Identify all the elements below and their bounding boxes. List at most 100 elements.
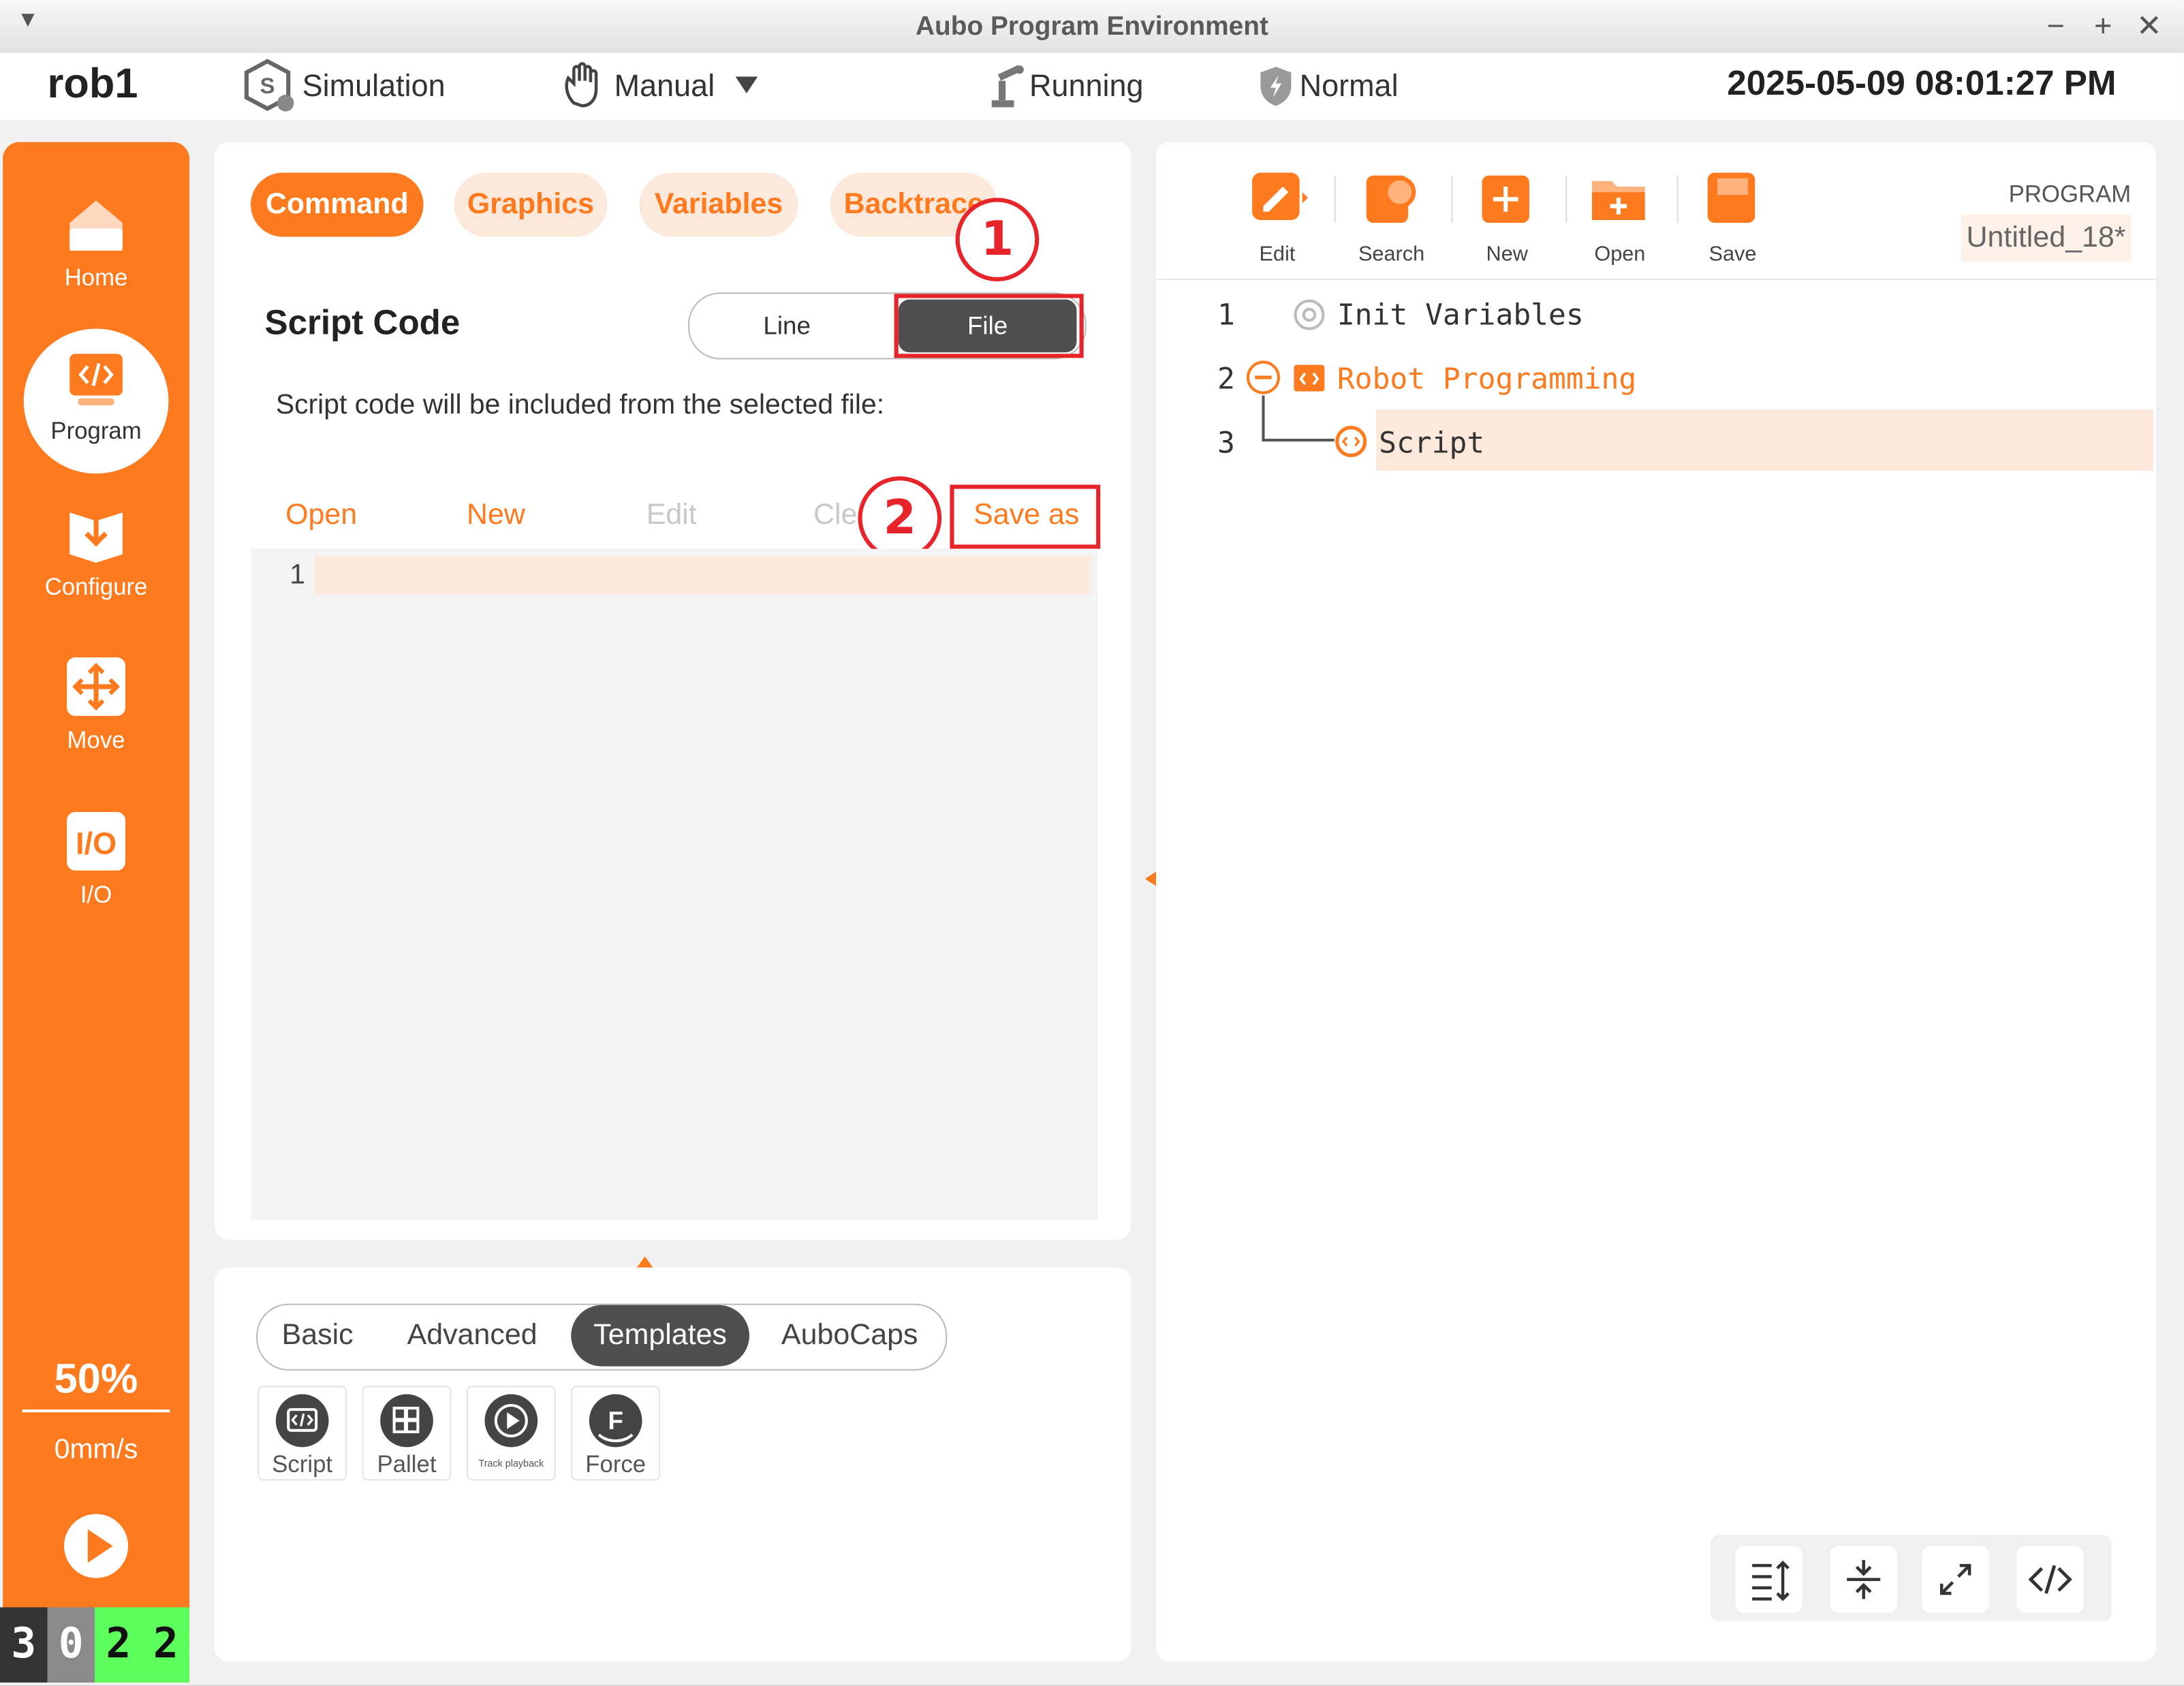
program-name: Untitled_18* <box>1961 214 2132 262</box>
toolbar-separator <box>1334 175 1336 223</box>
script-node-icon <box>1335 426 1367 458</box>
callout-highlight-1 <box>894 294 1084 358</box>
window-title: Aubo Program Environment <box>915 12 1268 42</box>
counter-digit-2: 0 <box>47 1607 95 1683</box>
callout-number-2: 2 <box>858 476 942 560</box>
fullscreen-button[interactable] <box>1922 1546 1989 1613</box>
tree-item-script[interactable]: Script <box>1379 426 1484 460</box>
tool-tabs: Basic Advanced Templates AuboCaps <box>256 1303 948 1371</box>
clear-file-button[interactable]: Cle <box>813 499 857 532</box>
script-icon <box>275 1394 329 1448</box>
tree-connector-vertical <box>1262 395 1265 441</box>
tab-advanced[interactable]: Advanced <box>388 1305 555 1367</box>
datetime: 2025-05-09 08:01:27 PM <box>1727 64 2117 104</box>
callout-number-1: 1 <box>955 198 1040 282</box>
tab-aubocaps[interactable]: AuboCaps <box>768 1305 932 1367</box>
safety-state: Normal <box>1299 68 1399 104</box>
nav-item-program[interactable]: Program <box>3 345 189 446</box>
counter-digit-1: 3 <box>0 1607 48 1683</box>
chevron-down-icon[interactable] <box>735 76 758 93</box>
toolbar-search-button[interactable]: Search <box>1343 167 1440 266</box>
minimize-icon[interactable]: − <box>2039 8 2072 44</box>
toggle-line[interactable]: Line <box>689 294 884 358</box>
search-icon <box>1366 175 1416 223</box>
code-view-icon <box>2028 1565 2072 1594</box>
hand-icon <box>565 62 598 108</box>
nav-item-home[interactable]: Home <box>3 192 189 292</box>
toolbar-save-label: Save <box>1709 242 1757 266</box>
toolbar-divider <box>1156 278 2157 280</box>
code-view-button[interactable] <box>2016 1546 2084 1613</box>
toolbar-save-button[interactable]: Save <box>1684 167 1781 266</box>
counter-digit-3: 2 <box>95 1607 142 1683</box>
tab-templates[interactable]: Templates <box>571 1305 749 1367</box>
speed-percent[interactable]: 50% <box>3 1356 189 1404</box>
home-icon <box>69 200 123 251</box>
open-file-button[interactable]: Open <box>285 499 357 532</box>
status-bar: rob1 S Simulation Manual Running Normal … <box>0 52 2184 120</box>
template-label-script: Script <box>272 1451 333 1478</box>
expand-all-icon <box>1752 1560 1790 1602</box>
collapse-all-icon <box>1847 1559 1881 1599</box>
init-variables-icon <box>1294 299 1325 330</box>
template-track-playback[interactable]: Track playback <box>466 1386 556 1481</box>
tab-command[interactable]: Command <box>251 172 424 237</box>
save-icon <box>1707 172 1756 223</box>
callout-highlight-2 <box>950 484 1101 549</box>
toolbar-edit-button[interactable]: Edit <box>1228 167 1326 266</box>
tree-selected-row <box>1376 409 2153 471</box>
app-window: ▼ Aubo Program Environment − + ✕ rob1 S … <box>0 0 2184 1685</box>
counter-digit-4: 2 <box>142 1607 190 1683</box>
template-label-force: Force <box>585 1451 646 1478</box>
template-force[interactable]: F Force <box>571 1386 661 1481</box>
tab-basic[interactable]: Basic <box>260 1305 375 1367</box>
nav-item-io[interactable]: I/O I/O <box>3 809 189 909</box>
track-playback-icon <box>484 1394 538 1448</box>
template-script[interactable]: Script <box>258 1386 347 1481</box>
control-mode-dropdown[interactable]: Manual <box>614 68 715 104</box>
tree-item-robot-programming[interactable]: Robot Programming <box>1337 362 1636 396</box>
toolbar-open-label: Open <box>1594 242 1646 266</box>
fullscreen-icon <box>1939 1563 1971 1595</box>
robot-program-icon <box>1294 364 1325 392</box>
program-label: PROGRAM <box>2008 181 2132 208</box>
toolbar-separator <box>1451 175 1453 223</box>
template-pallet[interactable]: Pallet <box>362 1386 452 1481</box>
configure-icon <box>69 512 123 563</box>
tool-panel: Basic Advanced Templates AuboCaps Script… <box>214 1267 1132 1662</box>
svg-text:F: F <box>608 1407 623 1435</box>
folder-open-icon <box>1591 181 1645 221</box>
maximize-icon[interactable]: + <box>2087 8 2120 44</box>
nav-label-configure: Configure <box>44 574 148 601</box>
toolbar-open-button[interactable]: Open <box>1571 167 1668 266</box>
robot-arm-icon <box>991 65 1024 108</box>
expand-all-button[interactable] <box>1735 1546 1803 1613</box>
play-icon[interactable] <box>63 1512 129 1579</box>
run-state: Running <box>1029 68 1144 104</box>
tab-variables[interactable]: Variables <box>639 172 798 237</box>
close-icon[interactable]: ✕ <box>2132 8 2166 44</box>
svg-text:I/O: I/O <box>76 826 116 860</box>
script-editor[interactable]: 1 <box>251 548 1098 1221</box>
toolbar-new-button[interactable]: New <box>1458 167 1556 266</box>
edit-icon <box>1252 172 1308 221</box>
io-icon: I/O <box>67 812 126 871</box>
new-file-button[interactable]: New <box>467 499 525 532</box>
toolbar-separator <box>1565 175 1567 223</box>
edit-file-button[interactable]: Edit <box>646 499 697 532</box>
nav-label-program: Program <box>50 418 142 445</box>
toolbar-edit-label: Edit <box>1259 242 1296 266</box>
nav-label-home: Home <box>64 264 128 292</box>
tree-item-init-variables[interactable]: Init Variables <box>1337 298 1584 332</box>
tree-line-number-2: 2 <box>1217 362 1235 396</box>
nav-item-move[interactable]: Move <box>3 655 189 755</box>
nav-item-configure[interactable]: Configure <box>3 501 189 602</box>
tree-connector-horizontal <box>1262 439 1335 442</box>
collapse-all-button[interactable] <box>1830 1546 1897 1613</box>
shield-icon <box>1260 67 1292 106</box>
editor-current-line <box>315 555 1091 595</box>
collapse-node-icon[interactable] <box>1245 360 1281 396</box>
new-file-icon <box>1482 175 1529 223</box>
side-navigation: Home Program Configure Move I/O I/O 50% … <box>0 142 190 1683</box>
tab-graphics[interactable]: Graphics <box>454 172 608 237</box>
